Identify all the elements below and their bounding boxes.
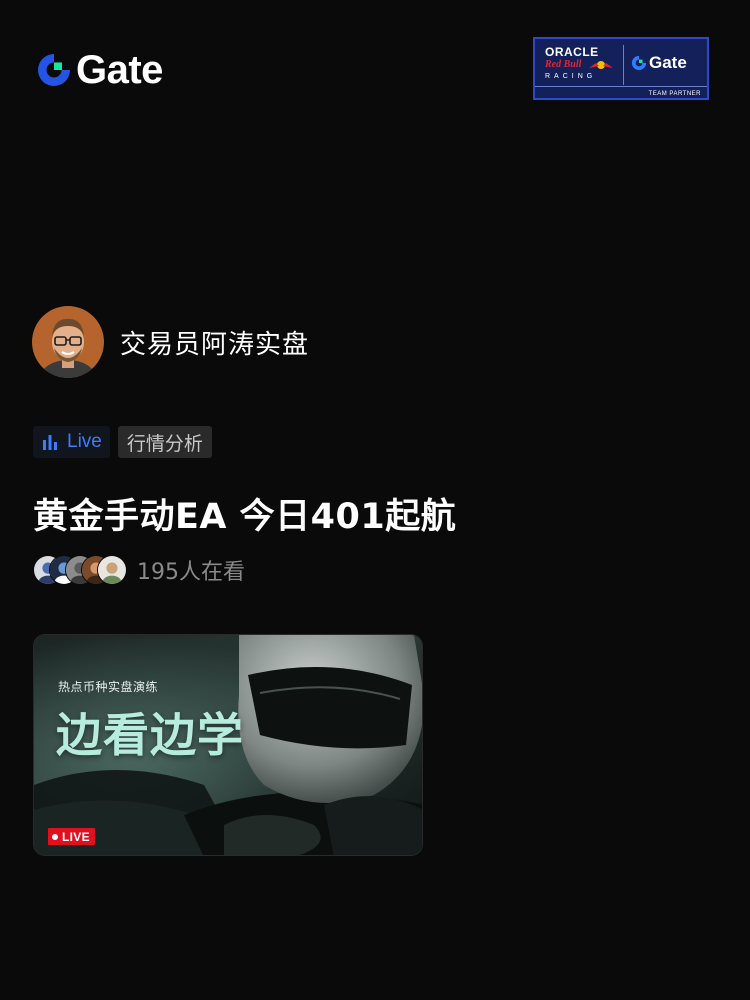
badge-divider bbox=[623, 45, 624, 85]
thumbnail-subtitle: 热点币种实盘演练 bbox=[58, 680, 159, 694]
live-badge: LIVE bbox=[48, 828, 95, 845]
badge-gate-logo: Gate bbox=[631, 53, 687, 73]
stream-title: 黄金手动EA 今日401起航 bbox=[33, 497, 457, 537]
live-tag-label: Live bbox=[67, 431, 102, 452]
brand-name: Gate bbox=[76, 48, 163, 92]
bull-logo-icon bbox=[589, 61, 613, 69]
host-name[interactable]: 交易员阿涛实盘 bbox=[120, 324, 309, 361]
gate-logo-icon bbox=[631, 55, 647, 71]
live-tag: Live bbox=[33, 426, 110, 458]
live-badge-label: LIVE bbox=[62, 829, 90, 844]
badge-gate-name: Gate bbox=[649, 53, 687, 72]
category-tag[interactable]: 行情分析 bbox=[117, 426, 212, 458]
stream-tags: Live 行情分析 bbox=[33, 426, 212, 458]
viewer-count: 195人在看 bbox=[137, 560, 245, 585]
partner-line-1: ORACLE bbox=[545, 45, 599, 59]
viewer-avatar bbox=[97, 555, 127, 585]
partner-line-3: RACING bbox=[545, 73, 597, 80]
gate-logo-icon bbox=[38, 54, 70, 86]
host-row[interactable]: 交易员阿涛实盘 bbox=[32, 306, 309, 378]
bar-chart-icon bbox=[43, 435, 57, 450]
badge-caption-divider bbox=[535, 86, 707, 87]
badge-caption: TEAM PARTNER bbox=[648, 91, 701, 97]
stream-thumbnail[interactable]: 热点币种实盘演练 边看边学 LIVE bbox=[33, 634, 423, 856]
host-avatar[interactable] bbox=[32, 306, 104, 378]
record-dot-icon bbox=[52, 833, 58, 840]
partner-line-2: Red Bull bbox=[545, 59, 582, 70]
team-partner-badge: ORACLE Red Bull RACING Gate TEAM PARTNER bbox=[533, 37, 709, 100]
gate-logo: Gate bbox=[36, 50, 163, 90]
viewer-row: 195人在看 bbox=[33, 554, 245, 586]
viewer-avatar-stack bbox=[33, 555, 127, 585]
thumbnail-headline: 边看边学 bbox=[56, 708, 244, 762]
